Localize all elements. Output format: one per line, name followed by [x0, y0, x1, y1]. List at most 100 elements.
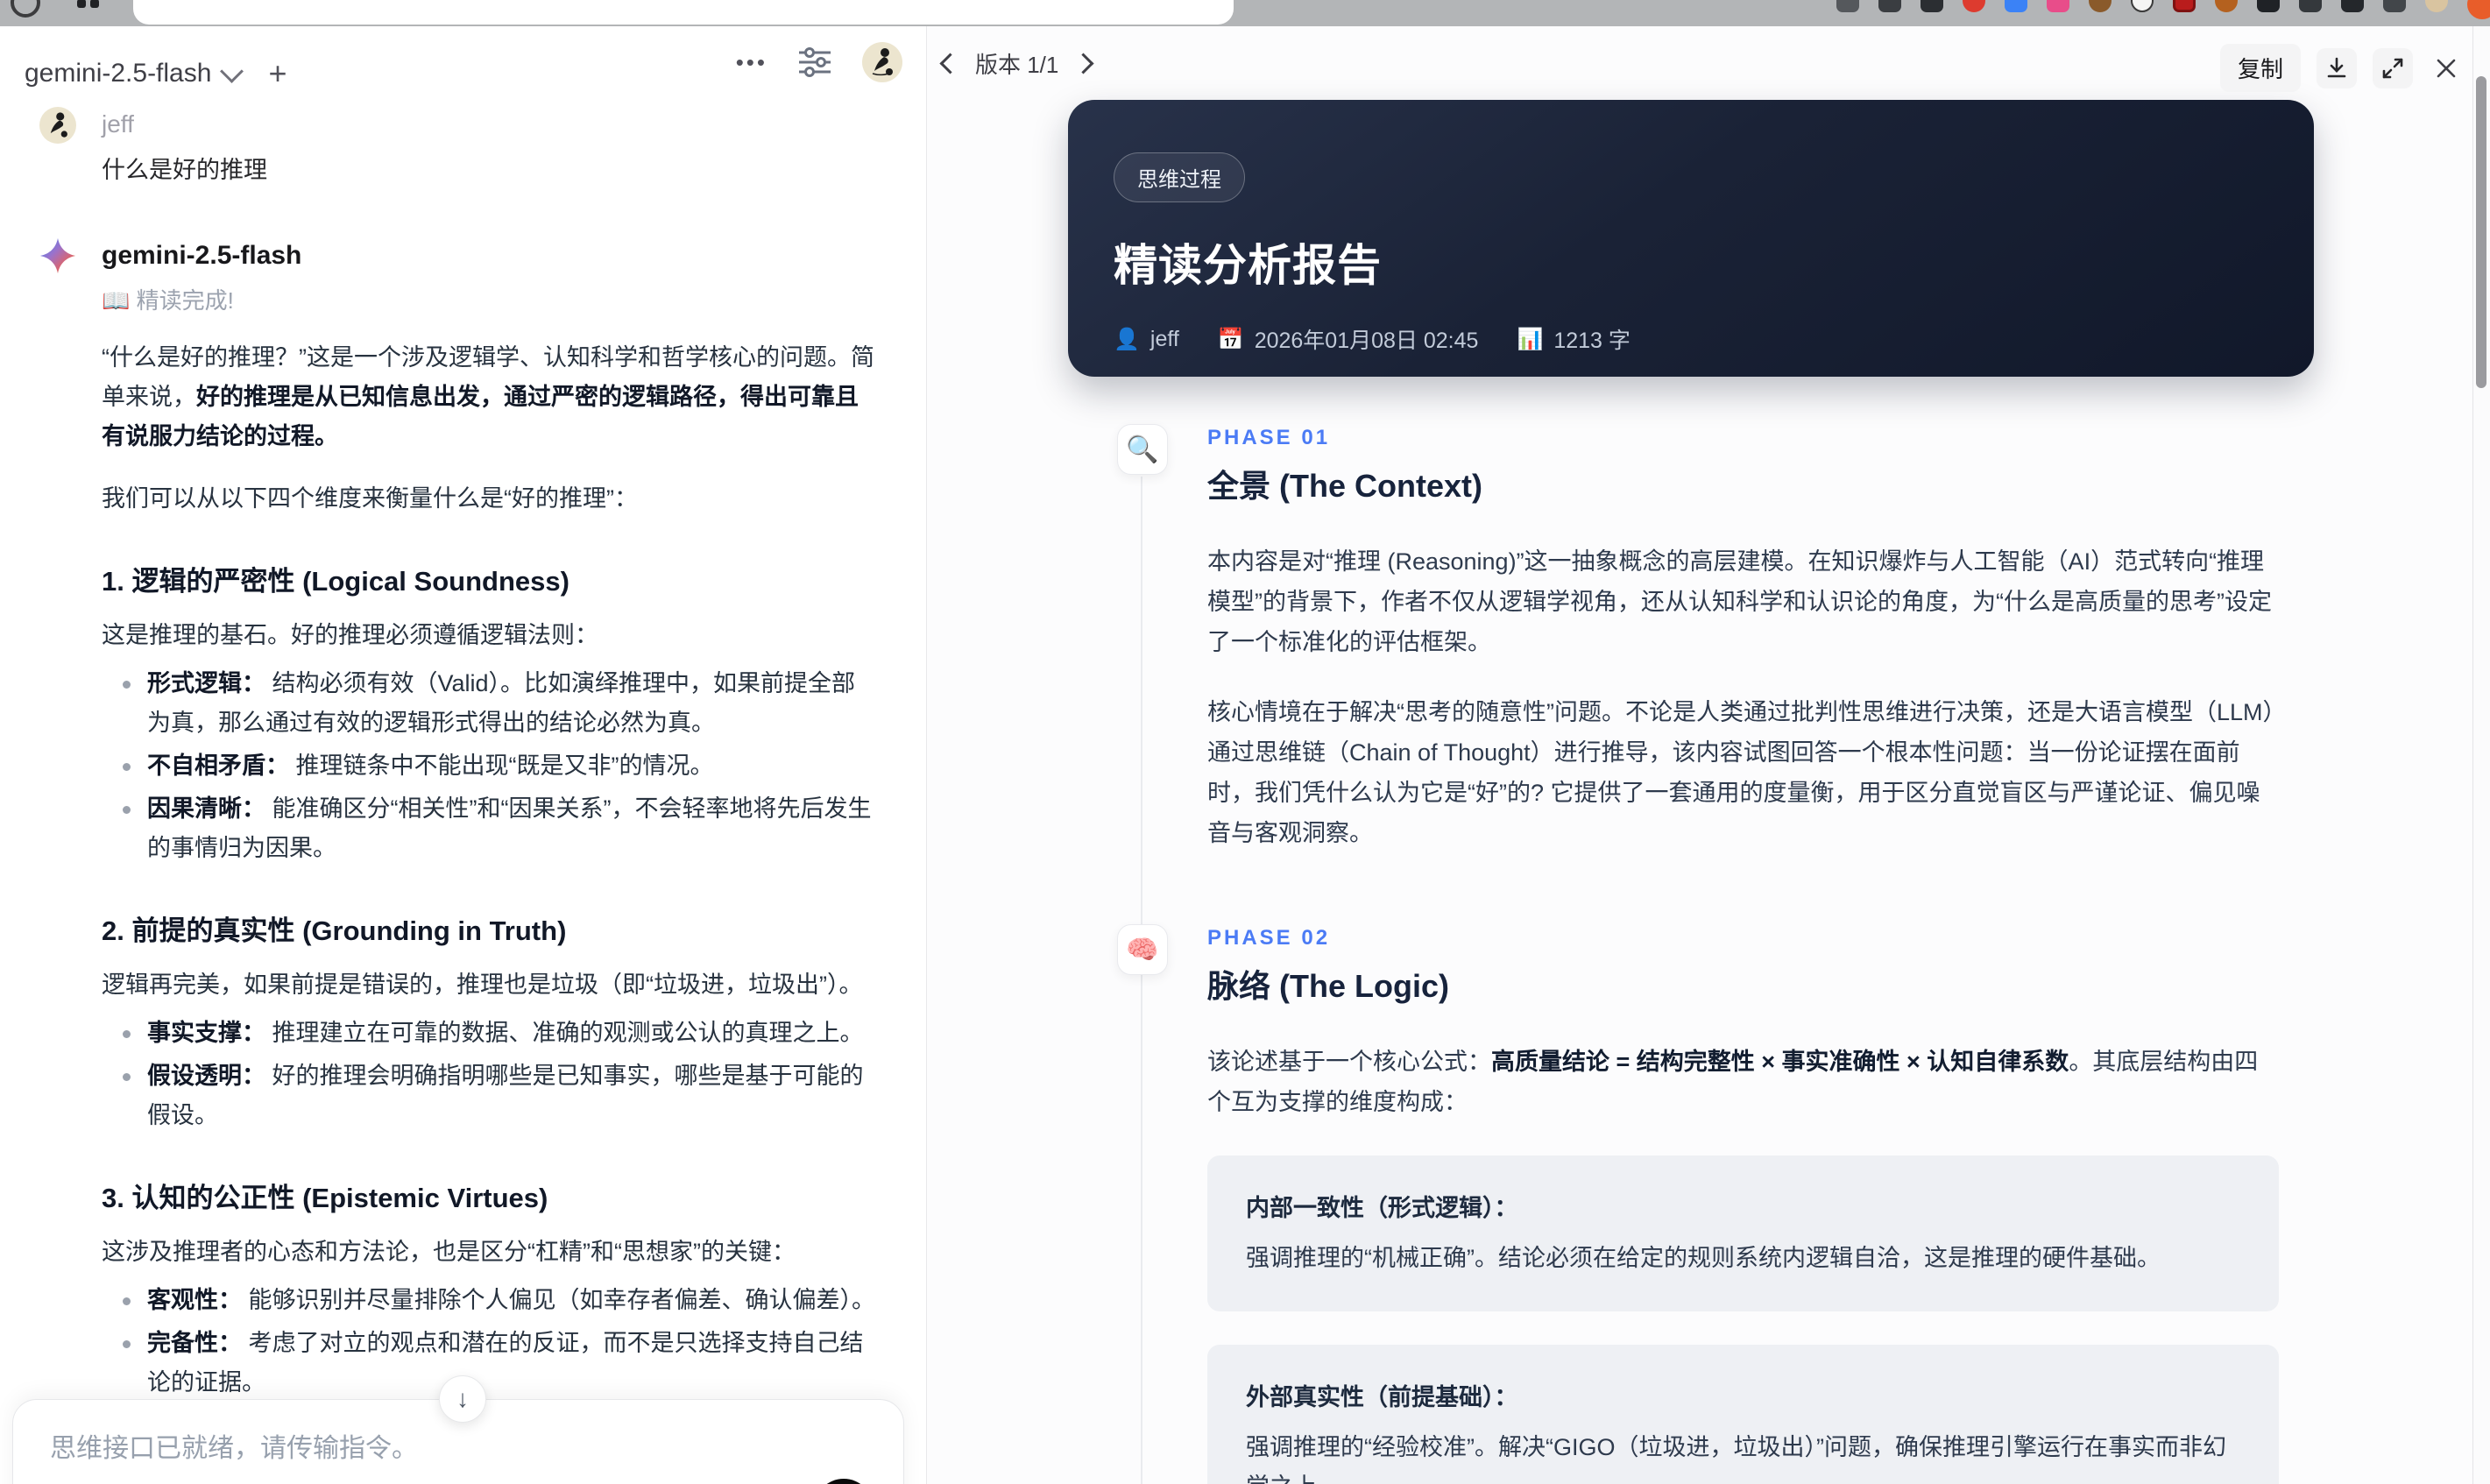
phase-1-context: 🔍 PHASE 01 全景 (The Context) 本内容是对“推理 (Re… — [1117, 424, 2490, 982]
report-date: 📅 2026年01月08日 02:45 — [1217, 327, 1479, 354]
reading-status: 📖 精读完成! — [102, 287, 234, 314]
message-author: gemini-2.5-flash — [102, 241, 302, 270]
report-hero-card: 思维过程 精读分析报告 👤 jeff 📅 2026年01月08日 02:45 📊 12… — [1068, 100, 2314, 377]
card-body: 强调推理的“机械正确”。结论必须在给定的规则系统内逻辑自洽，这是推理的硬件基础。 — [1246, 1245, 2161, 1271]
bullet-item: 不自相矛盾： 推理链条中不能出现“既是又非”的情况。 — [102, 746, 876, 786]
expand-icon — [2382, 58, 2403, 78]
phase-title: 全景 (The Context) — [1207, 468, 1482, 504]
close-panel-button[interactable] — [2429, 48, 2464, 88]
version-navigator: 版本 1/1 — [939, 47, 1094, 80]
scrollbar-thumb[interactable] — [2476, 76, 2486, 388]
extension-icon[interactable] — [2299, 0, 2322, 12]
browser-apps-grid-icon[interactable] — [77, 0, 100, 9]
extension-icon[interactable] — [2467, 0, 2490, 19]
extension-icon[interactable] — [2131, 0, 2154, 12]
report-preview-panel: 版本 1/1 复制 思维过程 精读分析报告 👤 jeff 📅 2026年01月0… — [927, 26, 2490, 1484]
person-icon: 👤 — [1114, 327, 1140, 351]
section-intro: 逻辑再完美，如果前提是错误的，推理也是垃圾（即“垃圾进，垃圾出”）。 — [102, 972, 863, 998]
avatar-figure-icon — [50, 112, 67, 138]
bullet-list: 事实支撑： 推理建立在可靠的数据、准确的观测或公认的真理之上。 假设透明： 好的… — [102, 1014, 876, 1135]
extension-icon[interactable] — [1921, 0, 1943, 12]
down-arrow-icon: ↓ — [456, 1385, 469, 1412]
browser-toolbar — [0, 0, 2490, 26]
chat-panel: gemini-2.5-flash + ••• jeff 什么是好的推理 gemi… — [0, 26, 927, 1484]
avatar-figure-icon — [872, 48, 893, 76]
bullet-item: 因果清晰： 能准确区分“相关性”和“因果关系”，不会轻率地将先后发生的事情归为因… — [102, 789, 876, 868]
bullet-item: 完备性： 考虑了对立的观点和潜在的反证，而不是只选择支持自己结论的证据。 — [102, 1324, 876, 1403]
user-message: jeff 什么是好的推理 — [39, 107, 876, 185]
report-badge: 思维过程 — [1114, 152, 1245, 202]
extension-icon[interactable] — [2257, 0, 2280, 12]
chat-header: gemini-2.5-flash + ••• — [0, 26, 926, 102]
scroll-to-bottom-button[interactable]: ↓ — [439, 1375, 486, 1423]
assistant-message: gemini-2.5-flash 📖 精读完成! “什么是好的推理？”这是一个涉… — [39, 237, 876, 1484]
browser-reload-icon[interactable] — [11, 0, 40, 18]
card-body: 强调推理的“经验校准”。解决“GIGO（垃圾进，垃圾出）”问题，确保推理引擎运行… — [1246, 1434, 2226, 1484]
extension-icon[interactable] — [2089, 0, 2112, 12]
extension-icon[interactable] — [2173, 0, 2196, 12]
bullet-list: 形式逻辑： 结构必须有效（Valid）。比如演绎推理中，如果前提全部为真，那么通… — [102, 664, 876, 868]
logic-card-external-truth: 外部真实性（前提基础）： 强调推理的“经验校准”。解决“GIGO（垃圾进，垃圾出… — [1207, 1345, 2279, 1484]
extension-icon[interactable] — [1963, 0, 1985, 12]
section-heading: 1. 逻辑的严密性 (Logical Soundness) — [102, 566, 569, 597]
report-word-count: 📊 1213 字 — [1517, 327, 1631, 354]
extension-icon[interactable] — [2215, 0, 2238, 12]
settings-sliders-icon[interactable] — [797, 46, 832, 78]
card-title: 内部一致性（形式逻辑）： — [1246, 1195, 1518, 1221]
phase-timeline-rail: 🔍 — [1117, 424, 1168, 982]
browser-address-bar[interactable] — [133, 0, 1234, 25]
new-chat-button[interactable]: + — [263, 57, 292, 90]
brain-icon: 🧠 — [1117, 924, 1168, 975]
voice-input-button[interactable] — [814, 1479, 874, 1484]
extension-icon[interactable] — [2005, 0, 2027, 12]
user-avatar — [39, 107, 76, 144]
extension-icon[interactable] — [1836, 0, 1859, 12]
phase-title: 脉络 (The Logic) — [1207, 968, 1449, 1004]
previous-version-icon[interactable] — [939, 53, 961, 74]
preview-actions: 复制 — [2219, 44, 2464, 92]
close-icon — [2437, 59, 2456, 77]
section-logical-soundness: 1. 逻辑的严密性 (Logical Soundness) 这是推理的基石。好的… — [102, 559, 876, 868]
section-grounding-in-truth: 2. 前提的真实性 (Grounding in Truth) 逻辑再完美，如果前… — [102, 908, 876, 1135]
section-intro: 这是推理的基石。好的推理必须遵循逻辑法则： — [102, 622, 598, 648]
bullet-item: 事实支撑： 推理建立在可靠的数据、准确的观测或公认的真理之上。 — [102, 1014, 876, 1053]
report-title: 精读分析报告 — [1114, 241, 1382, 290]
copy-button[interactable]: 复制 — [2219, 44, 2301, 92]
browser-profile-avatar[interactable] — [2425, 0, 2448, 12]
report-document: 思维过程 精读分析报告 👤 jeff 📅 2026年01月08日 02:45 📊 12… — [927, 100, 2490, 1484]
logic-card-internal-consistency: 内部一致性（形式逻辑）： 强调推理的“机械正确”。结论必须在给定的规则系统内逻辑… — [1207, 1155, 2279, 1311]
phase-paragraph: 该论述基于一个核心公式：高质量结论 = 结构完整性 × 事实准确性 × 认知自律… — [1207, 1049, 2259, 1115]
section-heading: 2. 前提的真实性 (Grounding in Truth) — [102, 915, 567, 946]
report-author: 👤 jeff — [1114, 326, 1179, 351]
download-icon — [2327, 57, 2346, 77]
assistant-paragraph: “什么是好的推理？”这是一个涉及逻辑学、认知科学和哲学核心的问题。简单来说，好的… — [102, 344, 874, 449]
download-button[interactable] — [2317, 47, 2357, 88]
version-label: 版本 1/1 — [975, 52, 1059, 78]
chevron-down-icon — [220, 59, 244, 83]
card-title: 外部真实性（前提基础）： — [1246, 1384, 1518, 1410]
next-version-icon[interactable] — [1072, 53, 1094, 74]
message-text: 什么是好的推理 — [102, 157, 267, 183]
section-intro: 这涉及推理者的心态和方法论，也是区分“杠精”和“思想家”的关键： — [102, 1239, 796, 1265]
panel-scrollbar[interactable] — [2472, 26, 2490, 1484]
message-author: jeff — [102, 110, 134, 138]
chat-header-actions: ••• — [736, 42, 902, 82]
phase-2-logic: 🧠 PHASE 02 脉络 (The Logic) 该论述基于一个核心公式：高质… — [1117, 924, 2490, 1484]
bullet-item: 假设透明： 好的推理会明确指明哪些是已知事实，哪些是基于可能的假设。 — [102, 1056, 876, 1135]
preview-header: 版本 1/1 复制 — [927, 26, 2490, 96]
fullscreen-button[interactable] — [2373, 47, 2413, 88]
extension-icon[interactable] — [2383, 0, 2406, 12]
browser-extensions-row — [1836, 0, 2490, 25]
model-selector[interactable]: gemini-2.5-flash — [25, 59, 244, 88]
extension-icon[interactable] — [1878, 0, 1901, 12]
extension-icon[interactable] — [2047, 0, 2069, 12]
more-options-icon[interactable]: ••• — [736, 49, 768, 76]
user-avatar[interactable] — [862, 42, 902, 82]
gemini-star-icon — [39, 237, 76, 274]
extension-icon[interactable] — [2341, 0, 2364, 12]
app-window: gemini-2.5-flash + ••• jeff 什么是好的推理 gemi… — [0, 26, 2490, 1484]
phase-paragraph: 本内容是对“推理 (Reasoning)”这一抽象概念的高层建模。在知识爆炸与人… — [1207, 548, 2272, 655]
bullet-item: 客观性： 能够识别并尽量排除个人偏见（如幸存者偏差、确认偏差）。 — [102, 1281, 876, 1320]
calendar-icon: 📅 — [1217, 327, 1244, 351]
phase-timeline-rail: 🧠 — [1117, 924, 1168, 1484]
